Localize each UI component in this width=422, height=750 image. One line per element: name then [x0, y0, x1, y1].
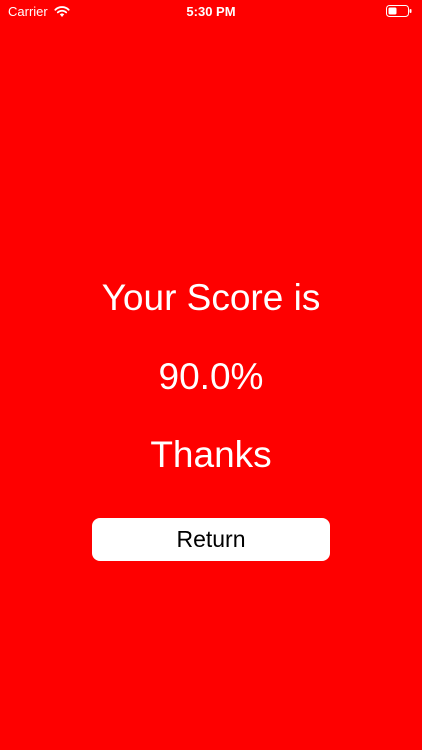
thanks-text: Thanks [150, 434, 272, 475]
score-title: Your Score is [101, 277, 321, 318]
return-button[interactable]: Return [92, 518, 330, 561]
status-time: 5:30 PM [186, 4, 236, 19]
score-value: 90.0% [158, 356, 264, 397]
battery-status [386, 5, 412, 17]
battery-icon [386, 5, 412, 17]
status-bar: Carrier 5:30 PM [0, 0, 422, 24]
